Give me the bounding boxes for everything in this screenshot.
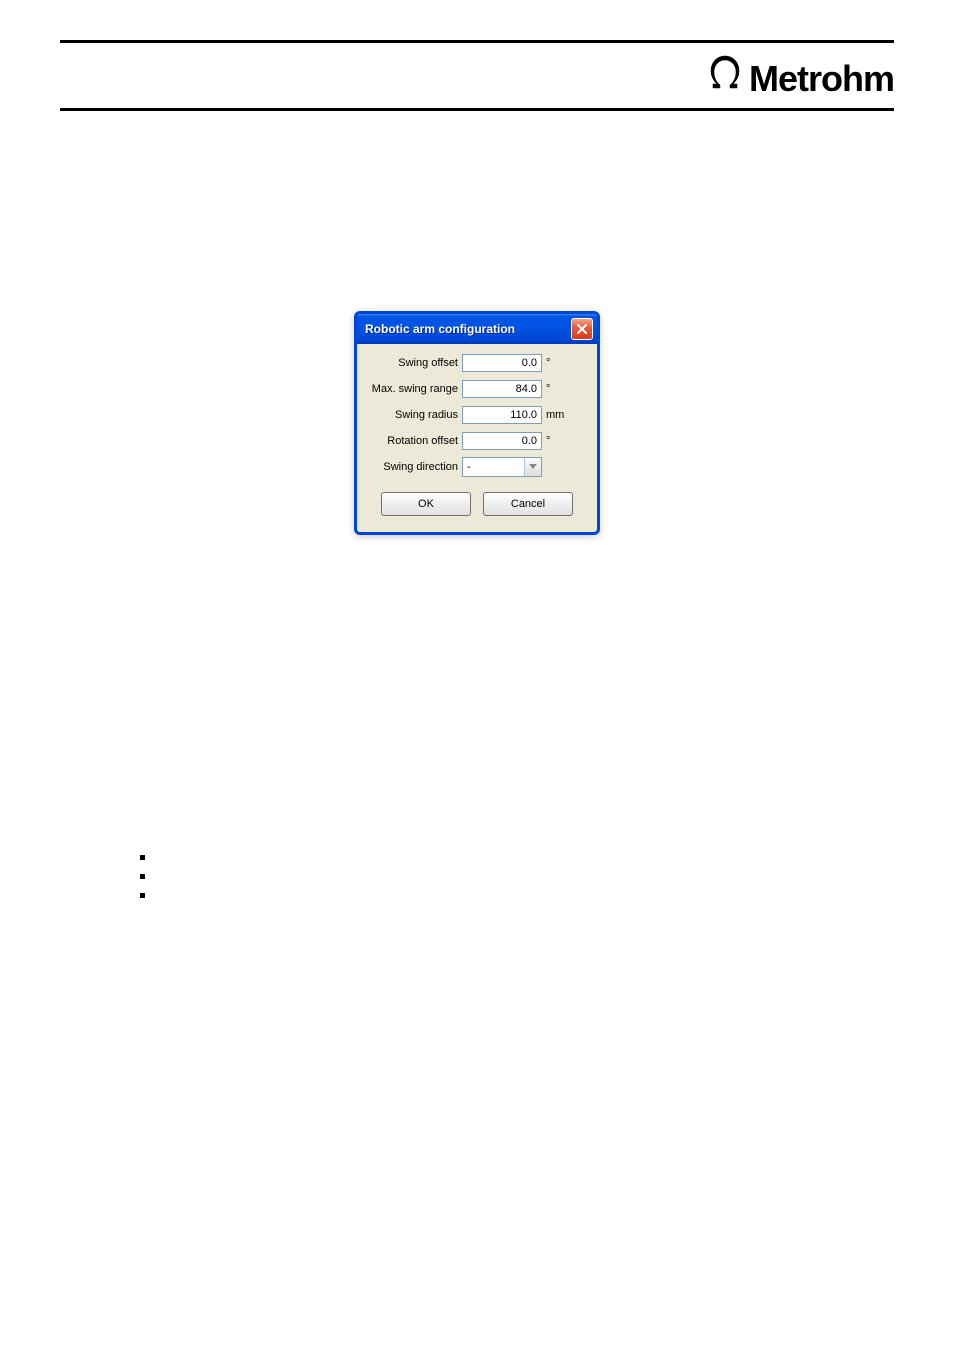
omega-icon (707, 55, 743, 91)
close-icon (577, 324, 587, 334)
top-rule (60, 40, 894, 43)
label-max-swing-range: Max. swing range (363, 383, 462, 395)
dialog-body: Swing offset ° Max. swing range ° Swing … (357, 344, 597, 532)
dialog-wrapper: Robotic arm configuration Swing offset °… (60, 311, 894, 535)
bullet-mark (140, 893, 145, 898)
cancel-button[interactable]: Cancel (483, 492, 573, 516)
label-swing-offset: Swing offset (363, 357, 462, 369)
input-max-swing-range[interactable] (462, 380, 542, 398)
brand-logo: Metrohm (707, 55, 894, 100)
bullet-mark (140, 874, 145, 879)
row-max-swing-range: Max. swing range ° (363, 378, 591, 400)
label-rotation-offset: Rotation offset (363, 435, 462, 447)
select-value-swing-direction: - (463, 461, 471, 473)
bullet-list (140, 855, 894, 898)
unit-rotation-offset: ° (542, 435, 570, 447)
bottom-rule (60, 108, 894, 111)
dialog-robotic-arm-config: Robotic arm configuration Swing offset °… (354, 311, 600, 535)
brand-name: Metrohm (749, 58, 894, 100)
unit-swing-offset: ° (542, 357, 570, 369)
close-button[interactable] (571, 318, 593, 340)
bullet-mark (140, 855, 145, 860)
label-swing-direction: Swing direction (363, 461, 462, 473)
input-rotation-offset[interactable] (462, 432, 542, 450)
select-swing-direction[interactable]: - (462, 457, 542, 477)
unit-swing-radius: mm (542, 409, 570, 421)
input-swing-radius[interactable] (462, 406, 542, 424)
row-swing-direction: Swing direction - (363, 456, 591, 478)
dialog-title: Robotic arm configuration (365, 322, 515, 336)
input-swing-offset[interactable] (462, 354, 542, 372)
unit-max-swing-range: ° (542, 383, 570, 395)
row-swing-radius: Swing radius mm (363, 404, 591, 426)
ok-button[interactable]: OK (381, 492, 471, 516)
row-swing-offset: Swing offset ° (363, 352, 591, 374)
page-container: Metrohm Robotic arm configuration Swing … (0, 0, 954, 952)
chevron-down-icon (524, 458, 541, 476)
button-row: OK Cancel (363, 482, 591, 528)
label-swing-radius: Swing radius (363, 409, 462, 421)
titlebar[interactable]: Robotic arm configuration (357, 314, 597, 344)
row-rotation-offset: Rotation offset ° (363, 430, 591, 452)
brand-row: Metrohm (60, 55, 894, 108)
